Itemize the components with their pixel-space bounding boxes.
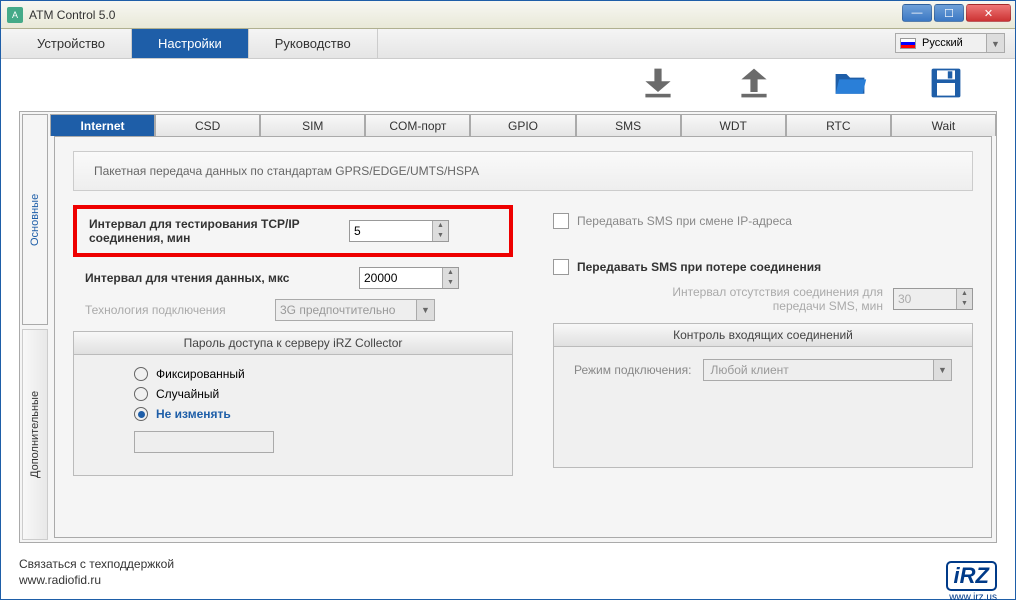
checkbox-sms-ip[interactable] (553, 213, 569, 229)
inner-tabs: Internet CSD SIM COM-порт GPIO SMS WDT R… (50, 114, 996, 136)
tab-manual[interactable]: Руководство (249, 29, 378, 58)
password-group-header: Пароль доступа к серверу iRZ Collector (74, 332, 512, 355)
inner-tab-internet[interactable]: Internet (50, 114, 155, 136)
test-interval-label: Интервал для тестирования TCP/IP соедине… (89, 217, 349, 245)
side-tabs: Основные Дополнительные (20, 112, 50, 542)
titlebar: A ATM Control 5.0 — ☐ ✕ (1, 1, 1015, 29)
close-button[interactable]: ✕ (966, 4, 1011, 22)
inner-tab-sms[interactable]: SMS (576, 114, 681, 136)
inner-tab-wait[interactable]: Wait (891, 114, 996, 136)
right-column: Передавать SMS при смене IP-адреса Перед… (553, 205, 973, 476)
footer: Связаться с техподдержкой www.radiofid.r… (19, 557, 174, 589)
minimize-button[interactable]: — (902, 4, 932, 22)
spinner-buttons: ▲▼ (956, 289, 972, 309)
save-icon[interactable] (927, 65, 965, 101)
folder-open-icon[interactable] (831, 65, 869, 101)
inner-tab-gpio[interactable]: GPIO (470, 114, 575, 136)
spinner-buttons[interactable]: ▲▼ (442, 268, 458, 288)
password-group: Пароль доступа к серверу iRZ Collector Ф… (73, 331, 513, 476)
download-icon[interactable] (639, 65, 677, 101)
mode-label: Режим подключения: (574, 363, 691, 377)
main-panel: Internet CSD SIM COM-порт GPIO SMS WDT R… (50, 112, 996, 542)
chevron-down-icon: ▼ (933, 360, 951, 380)
mode-combo[interactable]: Любой клиент ▼ (703, 359, 952, 381)
checkbox-sms-conn[interactable] (553, 259, 569, 275)
inner-tab-rtc[interactable]: RTC (786, 114, 891, 136)
read-interval-label: Интервал для чтения данных, мкс (85, 271, 345, 285)
left-column: Интервал для тестирования TCP/IP соедине… (73, 205, 513, 476)
tab-device[interactable]: Устройство (11, 29, 132, 58)
inner-tab-com[interactable]: COM-порт (365, 114, 470, 136)
irz-logo: iRZ (946, 561, 997, 591)
sidetab-main[interactable]: Основные (22, 114, 48, 325)
inner-tab-wdt[interactable]: WDT (681, 114, 786, 136)
incoming-group-header: Контроль входящих соединений (554, 324, 972, 347)
inner-tab-sim[interactable]: SIM (260, 114, 365, 136)
top-navigation: Устройство Настройки Руководство Русский… (1, 29, 1015, 59)
upload-icon[interactable] (735, 65, 773, 101)
inner-tab-csd[interactable]: CSD (155, 114, 260, 136)
password-input[interactable] (134, 431, 274, 453)
radio-fixed[interactable] (134, 367, 148, 381)
app-icon: A (7, 7, 23, 23)
language-selector[interactable]: Русский ▼ (895, 33, 1005, 53)
read-interval-spinner[interactable]: 20000 ▲▼ (359, 267, 459, 289)
description-box: Пакетная передача данных по стандартам G… (73, 151, 973, 191)
window-title: ATM Control 5.0 (29, 8, 115, 22)
chevron-down-icon: ▼ (416, 300, 434, 320)
sms-interval-label: Интервал отсутствия соединения для перед… (623, 285, 883, 313)
irz-logo-url: www.irz.us (949, 592, 997, 603)
radio-random[interactable] (134, 387, 148, 401)
maximize-button[interactable]: ☐ (934, 4, 964, 22)
spinner-buttons[interactable]: ▲▼ (432, 221, 448, 241)
tab-settings[interactable]: Настройки (132, 29, 249, 58)
support-link[interactable]: Связаться с техподдержкой (19, 557, 174, 571)
tech-combo[interactable]: 3G предпочтительно ▼ (275, 299, 435, 321)
incoming-group: Контроль входящих соединений Режим подкл… (553, 323, 973, 468)
test-interval-row: Интервал для тестирования TCP/IP соедине… (73, 205, 513, 257)
footer-url[interactable]: www.radiofid.ru (19, 573, 174, 587)
test-interval-spinner[interactable]: 5 ▲▼ (349, 220, 449, 242)
sms-interval-spinner: 30 ▲▼ (893, 288, 973, 310)
panel-body: Пакетная передача данных по стандартам G… (54, 136, 992, 538)
chevron-down-icon: ▼ (986, 34, 1004, 52)
sidetab-extra[interactable]: Дополнительные (22, 329, 48, 540)
flag-ru-icon (900, 38, 916, 49)
toolbar (1, 59, 1015, 105)
content-area: Основные Дополнительные Internet CSD SIM… (19, 111, 997, 543)
app-window: A ATM Control 5.0 — ☐ ✕ Устройство Настр… (0, 0, 1016, 600)
radio-none[interactable] (134, 407, 148, 421)
tech-label: Технология подключения (85, 303, 275, 317)
